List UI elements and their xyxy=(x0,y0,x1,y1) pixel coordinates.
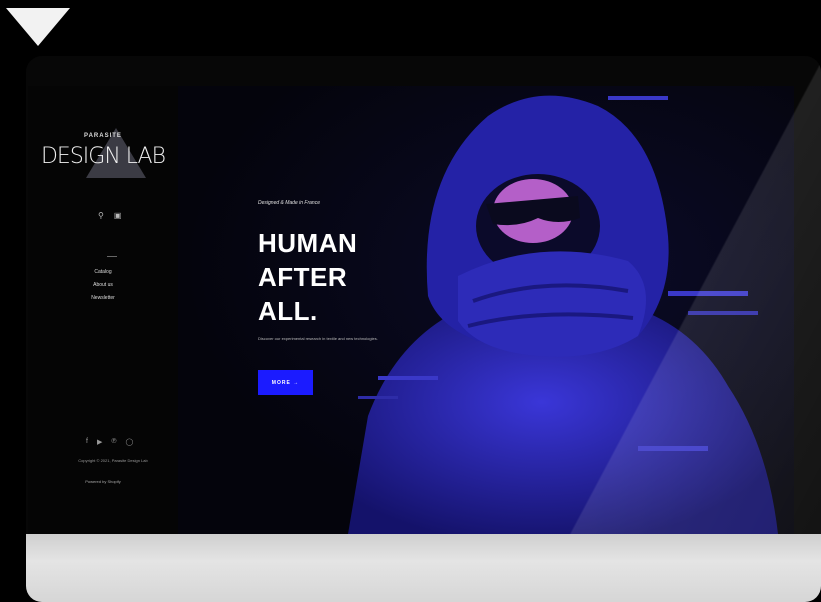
nav-divider xyxy=(107,256,117,257)
hooded-figure-image xyxy=(348,95,778,534)
logo-main-text[interactable]: DESIGN LAB xyxy=(28,144,178,169)
nav-item-about[interactable]: About us xyxy=(28,279,178,292)
instagram-icon[interactable]: ◯ xyxy=(126,438,134,446)
monitor-chin xyxy=(26,534,821,602)
logo-small-text: PARASITE xyxy=(84,133,122,139)
nav-item-catalog[interactable]: Catalog xyxy=(28,266,178,279)
cart-icon[interactable]: ▣ xyxy=(114,211,122,220)
website-screen: PARASITE DESIGN LAB ⚲ ▣ Catalog About us… xyxy=(28,86,794,534)
hero-section: Designed & Made in France HUMAN AFTER AL… xyxy=(178,86,794,534)
search-icon[interactable]: ⚲ xyxy=(98,211,104,220)
header-icons: ⚲ ▣ xyxy=(98,211,121,220)
youtube-icon[interactable]: ▶ xyxy=(97,438,102,446)
hero-description: Discover our experimental research in te… xyxy=(258,336,378,341)
copyright-text: Copyright © 2021, Parasite Design Lab xyxy=(78,458,148,463)
more-button[interactable]: MORE → xyxy=(258,370,313,395)
pinterest-icon[interactable]: ℗ xyxy=(111,438,116,446)
down-arrow-icon xyxy=(6,8,70,46)
social-links: f ▶ ℗ ◯ xyxy=(86,438,133,446)
hero-title-line: AFTER xyxy=(258,262,348,292)
hero-title-line: ALL. xyxy=(258,296,318,326)
hero-title-line: HUMAN xyxy=(258,228,358,258)
monitor-frame: PARASITE DESIGN LAB ⚲ ▣ Catalog About us… xyxy=(26,56,821,602)
hero-title: HUMAN AFTER ALL. xyxy=(258,226,357,328)
sidebar: PARASITE DESIGN LAB ⚲ ▣ Catalog About us… xyxy=(28,86,178,534)
powered-by-text[interactable]: Powered by Shopify xyxy=(28,479,178,484)
facebook-icon[interactable]: f xyxy=(86,438,88,446)
sidebar-nav: Catalog About us Newsletter xyxy=(28,266,178,305)
nav-item-newsletter[interactable]: Newsletter xyxy=(28,292,178,305)
hero-kicker: Designed & Made in France xyxy=(258,200,320,206)
